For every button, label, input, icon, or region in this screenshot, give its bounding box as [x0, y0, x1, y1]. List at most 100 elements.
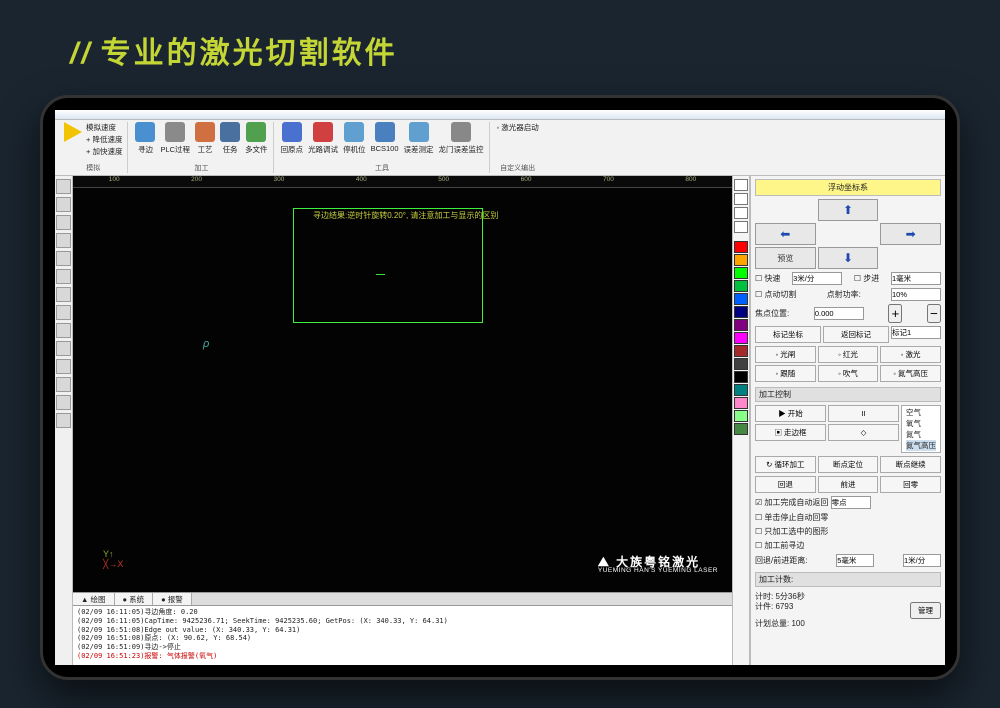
- mark-select[interactable]: [891, 326, 941, 339]
- tool-text[interactable]: [56, 305, 71, 320]
- color-swatch[interactable]: [734, 384, 748, 396]
- color-swatch[interactable]: [734, 397, 748, 409]
- tool-13[interactable]: [56, 413, 71, 428]
- gas-dropdown[interactable]: 空气 氧气 氮气 氮气高压: [901, 405, 941, 453]
- btn-bcs100[interactable]: BCS100: [371, 122, 399, 155]
- dpad-right[interactable]: ➡: [880, 223, 941, 245]
- btn-gotomark[interactable]: 返回标记: [823, 326, 889, 343]
- color-swatch[interactable]: [734, 410, 748, 422]
- color-swatch[interactable]: [734, 358, 748, 370]
- btn-laser[interactable]: 激光: [880, 346, 941, 363]
- dpad-down[interactable]: ⬇: [818, 247, 879, 269]
- btn-markcoord[interactable]: 标记坐标: [755, 326, 821, 343]
- chk-step[interactable]: 步进: [854, 273, 879, 284]
- color-swatch[interactable]: [734, 345, 748, 357]
- tool-node[interactable]: [56, 197, 71, 212]
- tool-circle[interactable]: [56, 251, 71, 266]
- btn-error[interactable]: 误差测定: [404, 122, 434, 155]
- btn-edge[interactable]: 寻边: [135, 122, 155, 155]
- btn-n2hp[interactable]: 氮气高压: [880, 365, 941, 382]
- sim-speed-label: 模拟速度: [86, 122, 116, 133]
- btn-shutter[interactable]: 光闸: [755, 346, 816, 363]
- canvas[interactable]: 寻边结果:逆时针旋转0.20°, 请注意加工与显示的区别 ρ Y↑ ╳→X ⛰ …: [73, 188, 732, 592]
- btn-gantry[interactable]: 龙门误差监控: [439, 122, 484, 155]
- step-val[interactable]: [891, 272, 941, 285]
- btn-manage[interactable]: 管理: [910, 602, 941, 619]
- tool-measure[interactable]: [56, 341, 71, 356]
- btn-start[interactable]: ▶ 开始: [755, 405, 826, 422]
- btn-frame[interactable]: ▣ 走边框: [755, 424, 826, 441]
- tab-system[interactable]: ● 系统: [115, 593, 154, 605]
- tool-line[interactable]: [56, 215, 71, 230]
- ribbon-group-tools: 回原点 光路调试 停机位 BCS100 误差测定 龙门误差监控 工具: [276, 122, 490, 173]
- preview-button[interactable]: 预览: [755, 247, 816, 269]
- sim-fast[interactable]: + 加快速度: [86, 146, 122, 157]
- btn-pause[interactable]: II: [828, 405, 899, 422]
- color-swatch[interactable]: [734, 280, 748, 292]
- btn-multifile[interactable]: 多文件: [245, 122, 268, 155]
- btn-forward[interactable]: 前进: [818, 476, 879, 493]
- tool-poly[interactable]: [56, 269, 71, 284]
- color-swatch[interactable]: [734, 306, 748, 318]
- chk-autoreturn[interactable]: 加工完成自动返回: [755, 496, 941, 509]
- color-swatch[interactable]: [734, 241, 748, 253]
- color-swatch[interactable]: [734, 254, 748, 266]
- btn-bploc[interactable]: 断点定位: [818, 456, 879, 473]
- coord-sys-header[interactable]: 浮动坐标系: [755, 179, 941, 196]
- sim-group-label: 模拟: [86, 163, 100, 173]
- side-ico-1[interactable]: [734, 179, 748, 191]
- ribbon-group-process: 寻边 PLC过程 工艺 任务 多文件 加工: [130, 122, 273, 173]
- jog-power-val[interactable]: [891, 288, 941, 301]
- chk-selonly[interactable]: 只加工选中的图形: [755, 526, 941, 537]
- focus-val[interactable]: [814, 307, 864, 320]
- tool-11[interactable]: [56, 377, 71, 392]
- tab-draw[interactable]: ▲ 绘图: [73, 593, 115, 605]
- color-swatch[interactable]: [734, 319, 748, 331]
- btn-blow[interactable]: 吹气: [818, 365, 879, 382]
- btn-craft[interactable]: 工艺: [195, 122, 215, 155]
- btn-bpcont[interactable]: 断点继续: [880, 456, 941, 473]
- fast-val[interactable]: [792, 272, 842, 285]
- tool-10[interactable]: [56, 359, 71, 374]
- color-swatch[interactable]: [734, 332, 748, 344]
- tool-select[interactable]: [56, 179, 71, 194]
- side-ico-2[interactable]: [734, 193, 748, 205]
- sim-slow[interactable]: + 降低速度: [86, 134, 122, 145]
- left-toolbar: [55, 176, 73, 665]
- focus-plus[interactable]: +: [888, 304, 902, 323]
- chk-edgefirst[interactable]: 加工前寻边: [755, 540, 941, 551]
- play-icon[interactable]: [64, 122, 82, 142]
- btn-redlight[interactable]: 红光: [818, 346, 879, 363]
- btn-zero[interactable]: 回零: [880, 476, 941, 493]
- tool-12[interactable]: [56, 395, 71, 410]
- side-ico-3[interactable]: [734, 207, 748, 219]
- app-screen: 模拟速度 + 降低速度 + 加快速度 模拟 寻边 PLC过程 工艺 任务 多文件…: [55, 110, 945, 665]
- color-swatch[interactable]: [734, 371, 748, 383]
- tool-dot[interactable]: [56, 323, 71, 338]
- btn-stoppos[interactable]: 停机位: [343, 122, 366, 155]
- color-swatch[interactable]: [734, 293, 748, 305]
- dpad-left[interactable]: ⬅: [755, 223, 816, 245]
- stats-block: 计时: 5分36秒 计件: 6793 管理 计划总量: 100: [755, 592, 941, 630]
- btn-task[interactable]: 任务: [220, 122, 240, 155]
- btn-origin[interactable]: 回原点: [281, 122, 304, 155]
- dpad-up[interactable]: ⬆: [818, 199, 879, 221]
- chk-stopauto[interactable]: 单击停止自动回零: [755, 512, 941, 523]
- color-swatch[interactable]: [734, 423, 748, 435]
- btn-plc[interactable]: PLC过程: [160, 122, 190, 155]
- laser-auto-radio[interactable]: 激光器启动: [497, 122, 539, 133]
- chk-jogcut[interactable]: 点动切割: [755, 289, 796, 300]
- btn-back[interactable]: 回退: [755, 476, 816, 493]
- btn-dryrun[interactable]: ◇: [828, 424, 899, 441]
- focus-minus[interactable]: −: [927, 304, 941, 323]
- color-swatch[interactable]: [734, 267, 748, 279]
- tool-rect[interactable]: [56, 233, 71, 248]
- btn-light[interactable]: 光路调试: [308, 122, 338, 155]
- tool-curve[interactable]: [56, 287, 71, 302]
- tab-alarm[interactable]: ● 报警: [153, 593, 192, 605]
- side-ico-4[interactable]: [734, 221, 748, 233]
- btn-follow[interactable]: 跟随: [755, 365, 816, 382]
- chk-fast[interactable]: 快速: [755, 273, 780, 284]
- workspace: 100200300400500600700800 寻边结果:逆时针旋转0.20°…: [55, 176, 945, 665]
- btn-loop[interactable]: ↻ 循环加工: [755, 456, 816, 473]
